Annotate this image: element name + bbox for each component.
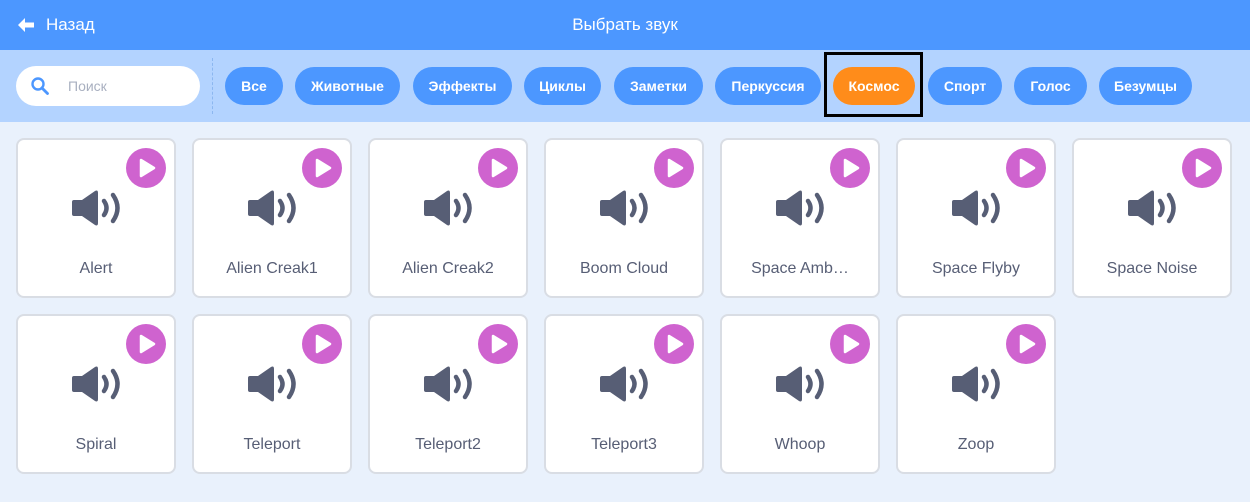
tag-wacky[interactable]: Безумцы: [1099, 67, 1192, 105]
sound-card[interactable]: Space Noise: [1072, 138, 1232, 298]
filter-divider: [212, 58, 213, 114]
play-icon: [667, 158, 684, 178]
sound-card[interactable]: Alien Creak2: [368, 138, 528, 298]
play-icon: [491, 158, 508, 178]
sound-card[interactable]: Boom Cloud: [544, 138, 704, 298]
sound-card[interactable]: Spiral: [16, 314, 176, 474]
play-button[interactable]: [302, 324, 342, 364]
sound-name: Alert: [79, 260, 113, 277]
speaker-icon: [424, 190, 472, 226]
speaker-icon: [952, 366, 1000, 402]
sound-name: Teleport3: [591, 436, 657, 453]
play-icon: [1019, 334, 1036, 354]
speaker-icon: [72, 190, 120, 226]
play-button[interactable]: [654, 148, 694, 188]
tag-notes[interactable]: Заметки: [614, 67, 703, 105]
sound-name: Zoop: [957, 436, 995, 453]
sound-name: Alien Creak2: [402, 260, 494, 277]
tag-sports[interactable]: Спорт: [928, 67, 1002, 105]
sound-name: Teleport2: [415, 436, 481, 453]
sound-card[interactable]: Whoop: [720, 314, 880, 474]
speaker-icon: [600, 190, 648, 226]
play-icon: [139, 334, 156, 354]
play-icon: [139, 158, 156, 178]
header-bar: Назад Выбрать звук: [0, 0, 1250, 50]
sound-grid: Alert Alien Creak1 Alien Creak2 Boom Clo…: [16, 138, 1232, 474]
play-button[interactable]: [478, 148, 518, 188]
back-label: Назад: [46, 15, 95, 34]
play-button[interactable]: [830, 324, 870, 364]
arrow-left-icon: [18, 18, 34, 32]
sound-name: Teleport: [243, 436, 301, 453]
sound-name: Alien Creak1: [226, 260, 318, 277]
play-icon: [1195, 158, 1212, 178]
search-box[interactable]: [16, 66, 200, 106]
play-button[interactable]: [302, 148, 342, 188]
play-button[interactable]: [830, 148, 870, 188]
play-icon: [843, 334, 860, 354]
speaker-icon: [776, 190, 824, 226]
tag-percussion[interactable]: Перкуссия: [715, 67, 821, 105]
tag-loops[interactable]: Циклы: [524, 67, 601, 105]
sound-card[interactable]: Alien Creak1: [192, 138, 352, 298]
search-icon: [31, 77, 49, 95]
tag-animals[interactable]: Животные: [295, 67, 400, 105]
play-icon: [1019, 158, 1036, 178]
sound-name: Spiral: [75, 436, 117, 453]
tag-all[interactable]: Все: [225, 67, 283, 105]
play-button[interactable]: [1182, 148, 1222, 188]
play-icon: [315, 158, 332, 178]
tag-effects[interactable]: Эффекты: [413, 67, 512, 105]
play-icon: [843, 158, 860, 178]
speaker-icon: [248, 190, 296, 226]
tag-voice[interactable]: Голос: [1014, 67, 1087, 105]
speaker-icon: [248, 366, 296, 402]
sound-card[interactable]: Zoop: [896, 314, 1056, 474]
sound-card[interactable]: Teleport3: [544, 314, 704, 474]
sound-card[interactable]: Space Amb…: [720, 138, 880, 298]
play-button[interactable]: [654, 324, 694, 364]
speaker-icon: [424, 366, 472, 402]
speaker-icon: [1128, 190, 1176, 226]
sound-card[interactable]: Teleport: [192, 314, 352, 474]
play-button[interactable]: [1006, 324, 1046, 364]
speaker-icon: [776, 366, 824, 402]
play-button[interactable]: [126, 148, 166, 188]
page-title: Выбрать звук: [572, 15, 678, 34]
speaker-icon: [72, 366, 120, 402]
search-input[interactable]: [68, 78, 188, 94]
sound-name: Space Noise: [1106, 260, 1198, 277]
play-icon: [315, 334, 332, 354]
sound-card[interactable]: Teleport2: [368, 314, 528, 474]
play-button[interactable]: [126, 324, 166, 364]
sound-card[interactable]: Alert: [16, 138, 176, 298]
speaker-icon: [600, 366, 648, 402]
play-icon: [667, 334, 684, 354]
tag-space[interactable]: Космос: [833, 67, 915, 105]
play-button[interactable]: [1006, 148, 1046, 188]
sound-name: Space Flyby: [931, 260, 1021, 277]
play-icon: [491, 334, 508, 354]
back-button[interactable]: Назад: [16, 0, 95, 50]
sound-name: Boom Cloud: [579, 260, 669, 277]
sound-name: Space Amb…: [751, 260, 849, 277]
filter-bar: Все Животные Эффекты Циклы Заметки Перку…: [0, 50, 1250, 122]
speaker-icon: [952, 190, 1000, 226]
sound-name: Whoop: [774, 436, 826, 453]
play-button[interactable]: [478, 324, 518, 364]
sound-card[interactable]: Space Flyby: [896, 138, 1056, 298]
